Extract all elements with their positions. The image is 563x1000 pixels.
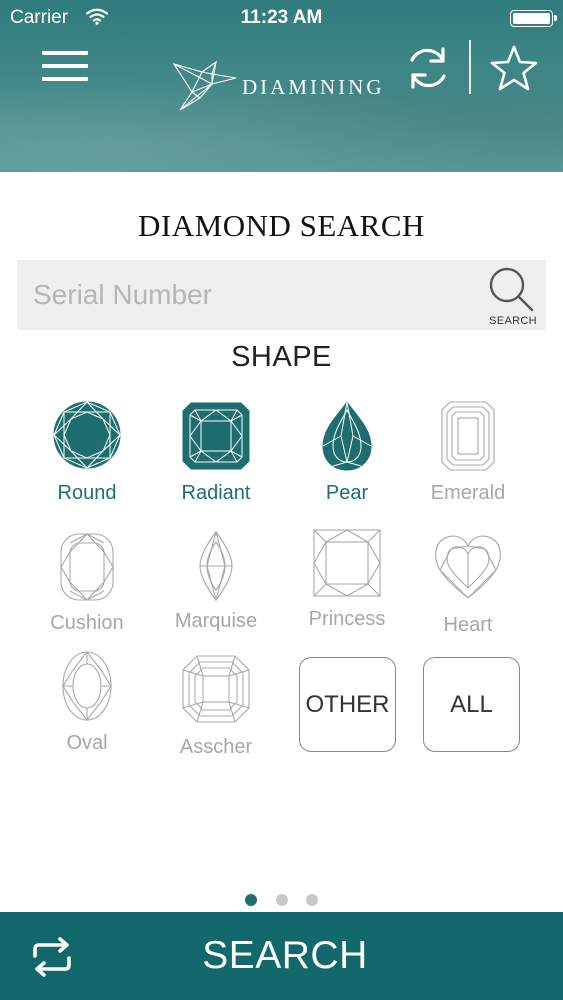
other-shapes-button[interactable]: OTHER	[299, 657, 396, 752]
shape-label: Marquise	[174, 610, 258, 632]
shape-round[interactable]: Round	[22, 398, 152, 518]
page-dot-2[interactable]	[275, 894, 288, 906]
shape-heart[interactable]: Heart	[403, 528, 533, 648]
repeat-arrows-icon	[33, 937, 71, 977]
page-title: DIAMOND SEARCH	[138, 208, 425, 243]
status-bar: Carrier 11:23 AM	[0, 0, 563, 36]
heart-diamond-icon	[435, 535, 501, 599]
all-shapes-button[interactable]: ALL	[423, 657, 520, 752]
shape-label: Round	[57, 482, 117, 504]
cushion-diamond-icon	[60, 533, 114, 601]
shape-label: Emerald	[430, 482, 506, 504]
brand-name: DIAMINING	[242, 75, 385, 99]
star-icon	[490, 45, 538, 91]
page-dot-3[interactable]	[305, 894, 318, 906]
shape-label: Cushion	[50, 612, 124, 634]
shape-heading: SHAPE	[231, 341, 332, 373]
app-header: Carrier 11:23 AM DIAMINING	[0, 0, 563, 172]
page-indicator	[0, 893, 563, 907]
refresh-button[interactable]	[403, 44, 453, 92]
pear-diamond-icon	[322, 401, 372, 471]
shape-cushion[interactable]: Cushion	[22, 528, 152, 648]
shape-label: Radiant	[181, 482, 251, 504]
search-button[interactable]: SEARCH	[140, 922, 430, 990]
serial-number-input[interactable]	[33, 268, 473, 322]
battery-level	[513, 13, 550, 24]
asscher-diamond-icon	[182, 655, 250, 723]
shape-radiant[interactable]: Radiant	[151, 398, 281, 518]
refresh-icon	[410, 47, 446, 89]
shape-oval[interactable]: Oval	[22, 648, 152, 768]
princess-diamond-icon	[313, 529, 381, 597]
serial-search-button[interactable]: SEARCH	[483, 264, 543, 328]
shape-label: Princess	[308, 608, 386, 630]
oval-diamond-icon	[62, 651, 112, 721]
favorite-button[interactable]	[489, 44, 539, 92]
origami-bird-logo-icon	[172, 58, 238, 117]
page-dot-1[interactable]	[245, 894, 258, 906]
app-logo: DIAMINING	[172, 58, 402, 112]
shape-label: Oval	[66, 732, 108, 754]
serial-search-box: SEARCH	[17, 260, 546, 330]
battery-icon	[510, 10, 557, 27]
shape-princess[interactable]: Princess	[282, 528, 412, 648]
shape-emerald[interactable]: Emerald	[403, 398, 533, 518]
magnifier-icon	[489, 267, 534, 312]
header-divider	[469, 40, 471, 94]
shape-pear[interactable]: Pear	[282, 398, 412, 518]
marquise-diamond-icon	[199, 530, 233, 602]
shape-label: Heart	[443, 614, 493, 636]
status-time: 11:23 AM	[240, 7, 323, 28]
menu-button[interactable]	[38, 46, 92, 86]
round-diamond-icon	[53, 401, 121, 469]
emerald-diamond-icon	[441, 401, 495, 471]
shape-marquise[interactable]: Marquise	[151, 528, 281, 648]
bottom-action-bar: SEARCH	[0, 912, 563, 1000]
reset-filters-button[interactable]	[30, 936, 74, 978]
shape-asscher[interactable]: Asscher	[151, 648, 281, 768]
radiant-diamond-icon	[182, 402, 250, 470]
shape-label: Pear	[325, 482, 369, 504]
shape-label: Asscher	[179, 736, 253, 758]
serial-search-label: SEARCH	[489, 315, 537, 327]
